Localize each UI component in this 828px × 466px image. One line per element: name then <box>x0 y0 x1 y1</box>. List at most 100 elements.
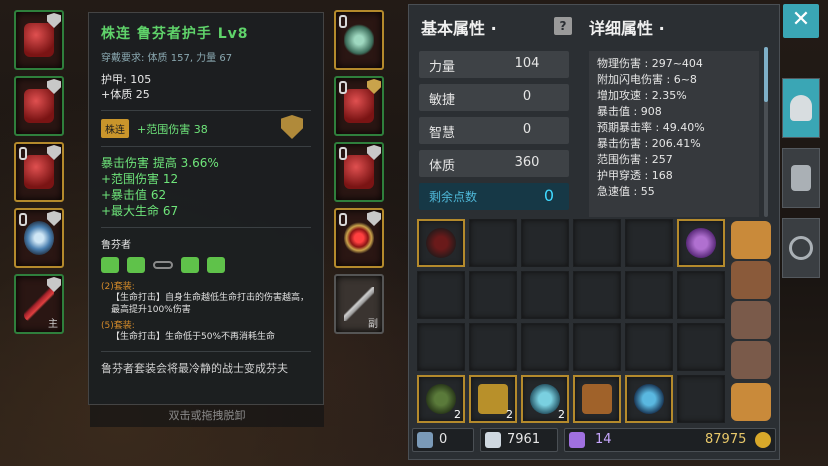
equip-slot-legs[interactable] <box>14 142 64 202</box>
chain-icon <box>339 213 347 226</box>
tab-settings[interactable] <box>782 218 820 278</box>
inventory-slot[interactable] <box>573 323 621 371</box>
equip-slot-weapon[interactable]: 主 <box>14 274 64 334</box>
equip-slot-chest[interactable] <box>14 76 64 136</box>
equip-slot-ring2[interactable] <box>334 208 384 268</box>
inventory-slot[interactable] <box>521 219 569 267</box>
inventory-slot[interactable] <box>469 219 517 267</box>
detail-line: 护甲穿透 : 168 <box>597 169 673 182</box>
set-bonus-5-req: (5)套装: <box>101 321 135 331</box>
close-button[interactable]: ✕ <box>783 4 819 38</box>
equip-slot-offhand[interactable]: 副 <box>334 274 384 334</box>
boots-item-icon <box>344 155 374 189</box>
equip-slot-ring[interactable] <box>14 208 64 268</box>
bag-icon[interactable] <box>731 341 771 379</box>
amulet-item-icon <box>344 23 374 57</box>
inventory-slot[interactable] <box>677 271 725 319</box>
helmet-item-icon <box>24 23 54 57</box>
ice-shard-item-icon <box>634 384 664 414</box>
item-count: 2 <box>558 408 565 421</box>
inventory-slot[interactable] <box>469 323 517 371</box>
inventory-slot[interactable] <box>417 271 465 319</box>
ring2-item-icon <box>344 221 374 255</box>
currency-value: 7961 <box>507 432 541 447</box>
gloves-item-icon <box>344 89 374 123</box>
bag-icon[interactable] <box>731 261 771 299</box>
set-bonus-2-req: (2)套装: <box>101 282 135 292</box>
bag-icon[interactable] <box>731 301 771 339</box>
gear-currency-icon <box>417 432 433 448</box>
item-name: 株连 鲁芬者护手 Lv8 <box>101 26 249 42</box>
inventory-slot[interactable] <box>521 271 569 319</box>
detail-attributes-list[interactable]: 物理伤害 : 297~404 附加闪电伤害 : 6~8 增加攻速 : 2.35%… <box>589 51 759 217</box>
inventory-slot[interactable] <box>677 323 725 371</box>
inventory-slot[interactable] <box>573 219 621 267</box>
help-icon[interactable]: ? <box>554 17 572 35</box>
inventory-slot[interactable] <box>625 323 673 371</box>
tab-equipment[interactable] <box>782 78 820 138</box>
inventory-slot[interactable]: 2 <box>469 375 517 423</box>
item-affix: 暴击伤害 提高 3.66% <box>101 156 219 170</box>
chain-icon <box>19 147 27 160</box>
bag-icon[interactable] <box>731 221 771 259</box>
gem-currency-icon <box>569 432 585 448</box>
attr-label: 敏捷 <box>429 93 456 108</box>
attr-strength: 力量 104 <box>419 51 569 78</box>
inventory-slot[interactable]: 2 <box>417 375 465 423</box>
inventory-slot[interactable] <box>417 323 465 371</box>
basic-attributes-title: 基本属性 · <box>421 19 497 38</box>
item-base-stat: +体质 25 <box>101 88 150 101</box>
inventory-slot[interactable] <box>677 219 725 267</box>
crystal-currency-icon <box>485 432 501 448</box>
attr-agility: 敏捷 0 <box>419 84 569 111</box>
equip-slot-boots[interactable] <box>334 142 384 202</box>
inventory-slot[interactable] <box>573 271 621 319</box>
inventory-slot[interactable] <box>625 219 673 267</box>
divider <box>101 351 311 352</box>
detail-line: 暴击伤害 : 206.41% <box>597 137 701 150</box>
item-count: 2 <box>454 408 461 421</box>
chest-item-icon <box>24 89 54 123</box>
detail-scroll-thumb[interactable] <box>764 47 768 102</box>
book-item-icon <box>582 384 612 414</box>
potion-item-icon <box>686 228 716 258</box>
inventory-slot[interactable] <box>625 271 673 319</box>
gem-value: 14 <box>595 432 612 447</box>
crystal-item-icon <box>530 384 560 414</box>
inventory-slot[interactable] <box>677 375 725 423</box>
helmet-icon <box>790 95 812 121</box>
inventory-slot[interactable]: 2 <box>521 375 569 423</box>
inventory-slot[interactable] <box>573 375 621 423</box>
set-piece-icon <box>101 257 119 273</box>
set-piece-icon <box>127 257 145 273</box>
item-requirement: 穿戴要求: 体质 157, 力量 67 <box>101 53 233 64</box>
item-tag-label: 株连 <box>101 119 129 138</box>
item-tooltip: 株连 鲁芬者护手 Lv8 穿戴要求: 体质 157, 力量 67 护甲: 105… <box>88 12 324 405</box>
gold-coin-icon <box>755 432 771 448</box>
attr-value: 0 <box>522 89 532 104</box>
detail-scrollbar[interactable] <box>764 47 768 217</box>
equip-slot-gloves[interactable] <box>334 76 384 136</box>
shield-icon <box>47 211 61 226</box>
set-name: 鲁芬者 <box>101 240 131 251</box>
set-piece-icon <box>181 257 199 273</box>
equip-slot-helmet[interactable] <box>14 10 64 70</box>
inventory-slot[interactable] <box>625 375 673 423</box>
attr-label: 智慧 <box>429 126 456 141</box>
chain-icon <box>19 213 27 226</box>
shield-icon <box>367 211 381 226</box>
tab-skills[interactable] <box>782 148 820 208</box>
gauntlet-icon <box>791 165 811 191</box>
item-tag-effect: +范围伤害 38 <box>137 122 208 136</box>
inventory-slot[interactable] <box>469 271 517 319</box>
inventory-slot[interactable] <box>417 219 465 267</box>
item-affix: +范围伤害 12 <box>101 172 179 186</box>
set-bonus-5-desc: 【生命打击】生命低于50%不再消耗生命 <box>111 332 276 342</box>
legs-item-icon <box>24 155 54 189</box>
item-flavor-text: 鲁芬者套装会将最冷静的战士变成芬夫 <box>101 362 288 375</box>
character-panel: 基本属性 · ? 详细属性 · 力量 104 敏捷 0 智慧 0 体质 360 … <box>408 4 780 460</box>
inventory-slot[interactable] <box>521 323 569 371</box>
equip-slot-amulet[interactable] <box>334 10 384 70</box>
remaining-points-label: 剩余点数 <box>429 190 478 204</box>
bag-icon[interactable] <box>731 383 771 421</box>
